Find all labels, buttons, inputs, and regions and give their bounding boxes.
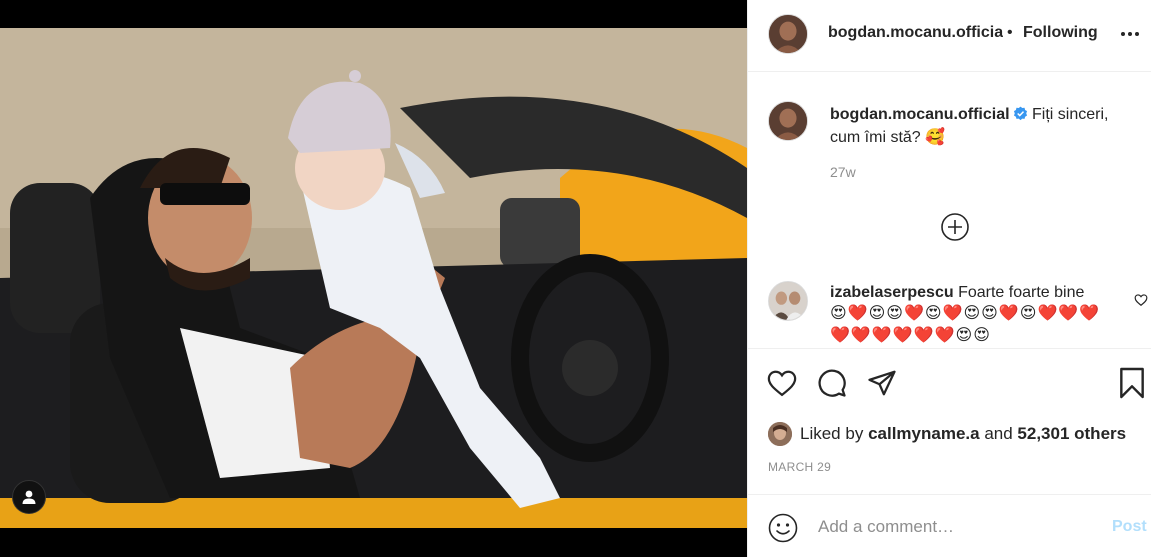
likes-summary: Liked by callmyname.a and 52,301 others xyxy=(768,421,1126,447)
comments-section: bogdan.mocanu.official Fiți sinceri, cum… xyxy=(748,73,1151,348)
comment-like-button[interactable] xyxy=(1134,293,1148,307)
smiley-icon xyxy=(768,513,798,543)
comment-icon xyxy=(818,369,846,397)
share-button[interactable] xyxy=(866,367,898,399)
photo-illustration xyxy=(0,28,747,528)
author-avatar[interactable] xyxy=(768,14,808,54)
plus-circle-icon xyxy=(941,213,969,241)
comment-body: izabelaserpescu Foarte foarte bine 😍❤️😍😍… xyxy=(830,282,1120,347)
caption-timestamp[interactable]: 27w xyxy=(830,164,856,180)
post-media-panel xyxy=(0,0,747,557)
verified-badge-icon xyxy=(1013,106,1027,121)
save-button[interactable] xyxy=(1116,367,1148,399)
more-horizontal-icon xyxy=(1121,32,1139,36)
load-more-comments-button[interactable] xyxy=(940,212,970,242)
user-icon xyxy=(22,490,36,504)
post-side-panel: bogdan.mocanu.official • Following bogda… xyxy=(747,0,1151,557)
likes-and: and xyxy=(984,424,1013,443)
header-username[interactable]: bogdan.mocanu.official xyxy=(828,24,1003,42)
bookmark-icon xyxy=(1120,367,1144,399)
emoji-picker-button[interactable] xyxy=(768,513,798,543)
add-comment-input[interactable] xyxy=(818,513,1078,541)
post-comment-button[interactable]: Post xyxy=(1112,518,1147,536)
likes-count[interactable]: 52,301 others xyxy=(1017,424,1126,443)
tagged-user-button[interactable] xyxy=(12,480,46,514)
likes-text: Liked by callmyname.a and 52,301 others xyxy=(800,424,1126,444)
comment-text: Foarte foarte bine xyxy=(958,284,1085,301)
likes-prefix: Liked by xyxy=(800,424,864,443)
post-photo[interactable] xyxy=(0,28,747,528)
post-date[interactable]: MARCH 29 xyxy=(768,460,831,474)
comment-emojis: 😍❤️😍😍❤️😍❤️😍😍❤️😍❤️❤️❤️❤️❤️❤️❤️❤️❤️😍😍 xyxy=(830,305,1101,344)
heart-icon xyxy=(767,370,797,397)
caption-username[interactable]: bogdan.mocanu.official xyxy=(830,106,1010,123)
post-header: bogdan.mocanu.official • Following xyxy=(748,0,1151,72)
commenter-avatar[interactable] xyxy=(768,281,808,321)
comment-button[interactable] xyxy=(816,367,848,399)
like-button[interactable] xyxy=(766,367,798,399)
heart-icon xyxy=(1134,294,1148,306)
caption: bogdan.mocanu.official Fiți sinceri, cum… xyxy=(830,103,1130,149)
post-actions: Liked by callmyname.a and 52,301 others … xyxy=(748,348,1151,493)
more-options-button[interactable] xyxy=(1118,22,1142,46)
add-comment-bar: Post xyxy=(748,494,1151,557)
following-button[interactable]: Following xyxy=(1023,24,1098,42)
caption-author-avatar[interactable] xyxy=(768,101,808,141)
comment-username[interactable]: izabelaserpescu xyxy=(830,284,954,301)
liker-avatar[interactable] xyxy=(768,422,792,446)
first-liker-username[interactable]: callmyname.a xyxy=(868,424,980,443)
paper-plane-icon xyxy=(868,370,896,396)
header-separator: • xyxy=(1007,24,1013,41)
